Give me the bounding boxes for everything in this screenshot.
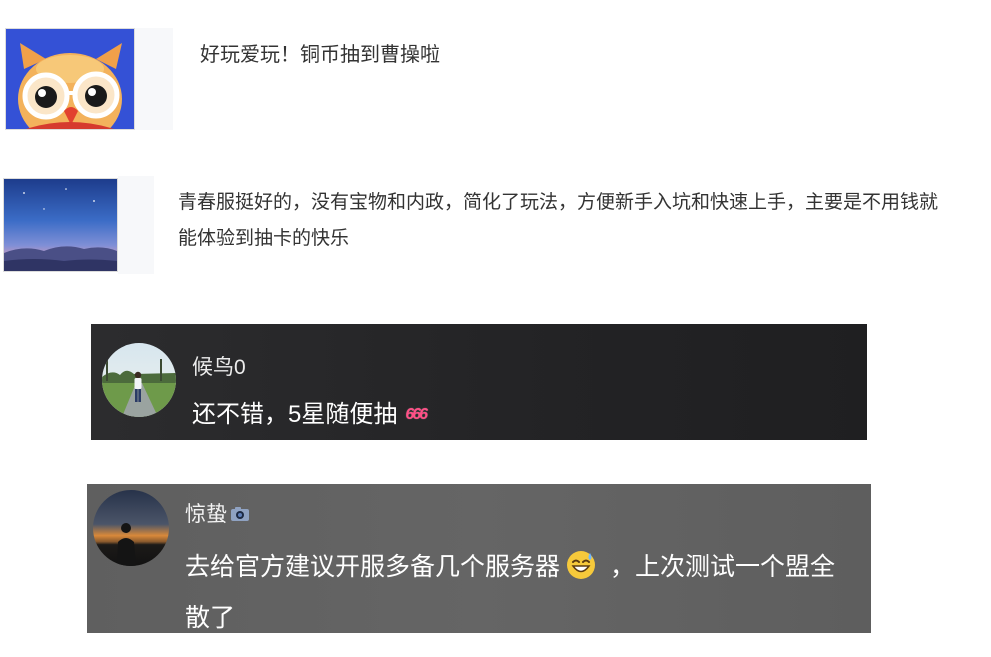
sunset-silhouette-icon <box>93 490 169 566</box>
comment-card-dark: 候鸟0 还不错，5星随便抽 666 <box>91 324 867 440</box>
comment-text: 好玩爱玩！铜币抽到曹操啦 <box>200 44 440 66</box>
person-on-road-avatar[interactable] <box>102 343 176 417</box>
comment-text: 青春服挺好的，没有宝物和内政，简化了玩法，方便新手入坑和快速上手，主要是不用钱就… <box>178 185 938 257</box>
night-sky-avatar[interactable] <box>3 178 118 272</box>
username-row: 惊蛰 <box>185 501 250 530</box>
comment-line: 青春服挺好的，没有宝物和内政，简化了玩法，方便新手入坑和快速上手，主要是不用钱就 <box>178 192 939 213</box>
666-sticker: 666 <box>405 406 428 423</box>
comment-line: 去给官方建议开服多备几个服务器 ，上次测试一个盟全 <box>185 544 835 595</box>
comment-segment: ，上次测试一个盟全 <box>610 553 836 581</box>
comment-segment: 去给官方建议开服多备几个服务器 <box>185 553 561 581</box>
comment-body: 还不错，5星随便抽 <box>192 401 398 428</box>
comment-text: 去给官方建议开服多备几个服务器 ，上次测试一个盟全 散了 <box>185 544 835 641</box>
username[interactable]: 惊蛰 <box>185 503 227 526</box>
comment-line: 能体验到抽卡的快乐 <box>178 228 350 249</box>
username[interactable]: 候鸟0 <box>192 351 246 381</box>
comment-text: 还不错，5星随便抽 666 <box>192 398 428 432</box>
comment-line: 散了 <box>185 604 236 632</box>
sunset-silhouette-avatar[interactable] <box>93 490 169 566</box>
comment-card-gray: 惊蛰 去给官方建议开服多备几个服务器 ，上次测试一个盟全 散了 <box>87 484 871 633</box>
image-edge-strip <box>118 176 154 274</box>
owl-avatar[interactable] <box>5 28 135 130</box>
camera-icon <box>230 502 250 530</box>
night-sky-icon <box>4 179 117 271</box>
owl-icon <box>6 29 134 129</box>
image-edge-strip <box>135 28 173 130</box>
grinning-sweat-emoji <box>566 549 596 595</box>
person-on-road-icon <box>102 343 176 417</box>
